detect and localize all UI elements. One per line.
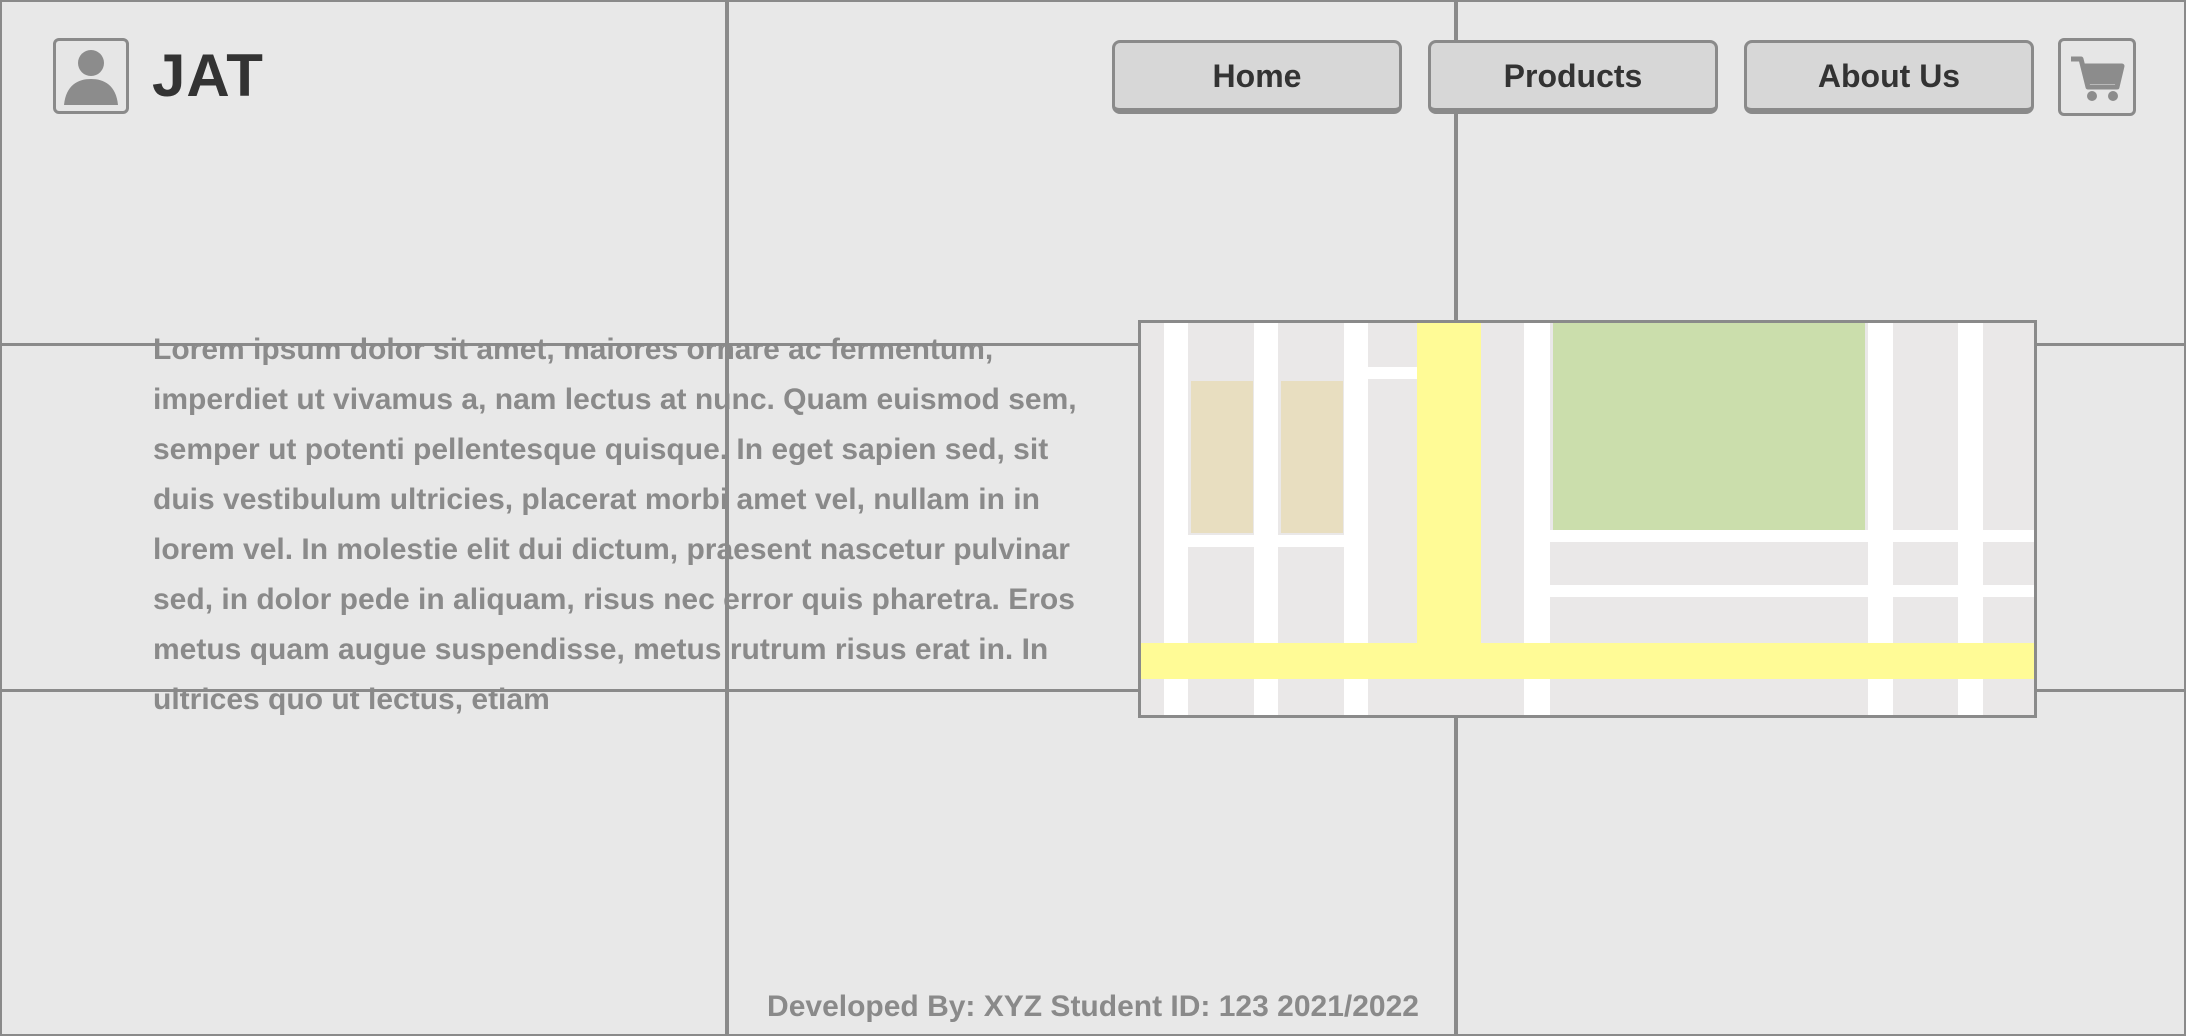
map-placeholder[interactable] bbox=[1138, 320, 2037, 718]
footer-credits: Developed By: XYZ Student ID: 123 2021/2… bbox=[767, 990, 1419, 1023]
user-avatar-icon[interactable] bbox=[53, 38, 129, 114]
body-paragraph: Lorem ipsum dolor sit amet, maiores orna… bbox=[153, 333, 1077, 716]
nav-about-button[interactable]: About Us bbox=[1744, 40, 2034, 114]
nav-home-button[interactable]: Home bbox=[1112, 40, 1402, 114]
nav-products-button[interactable]: Products bbox=[1428, 40, 1718, 114]
brand-logo-text[interactable]: JAT bbox=[152, 40, 264, 112]
shopping-cart-icon[interactable] bbox=[2058, 38, 2136, 116]
